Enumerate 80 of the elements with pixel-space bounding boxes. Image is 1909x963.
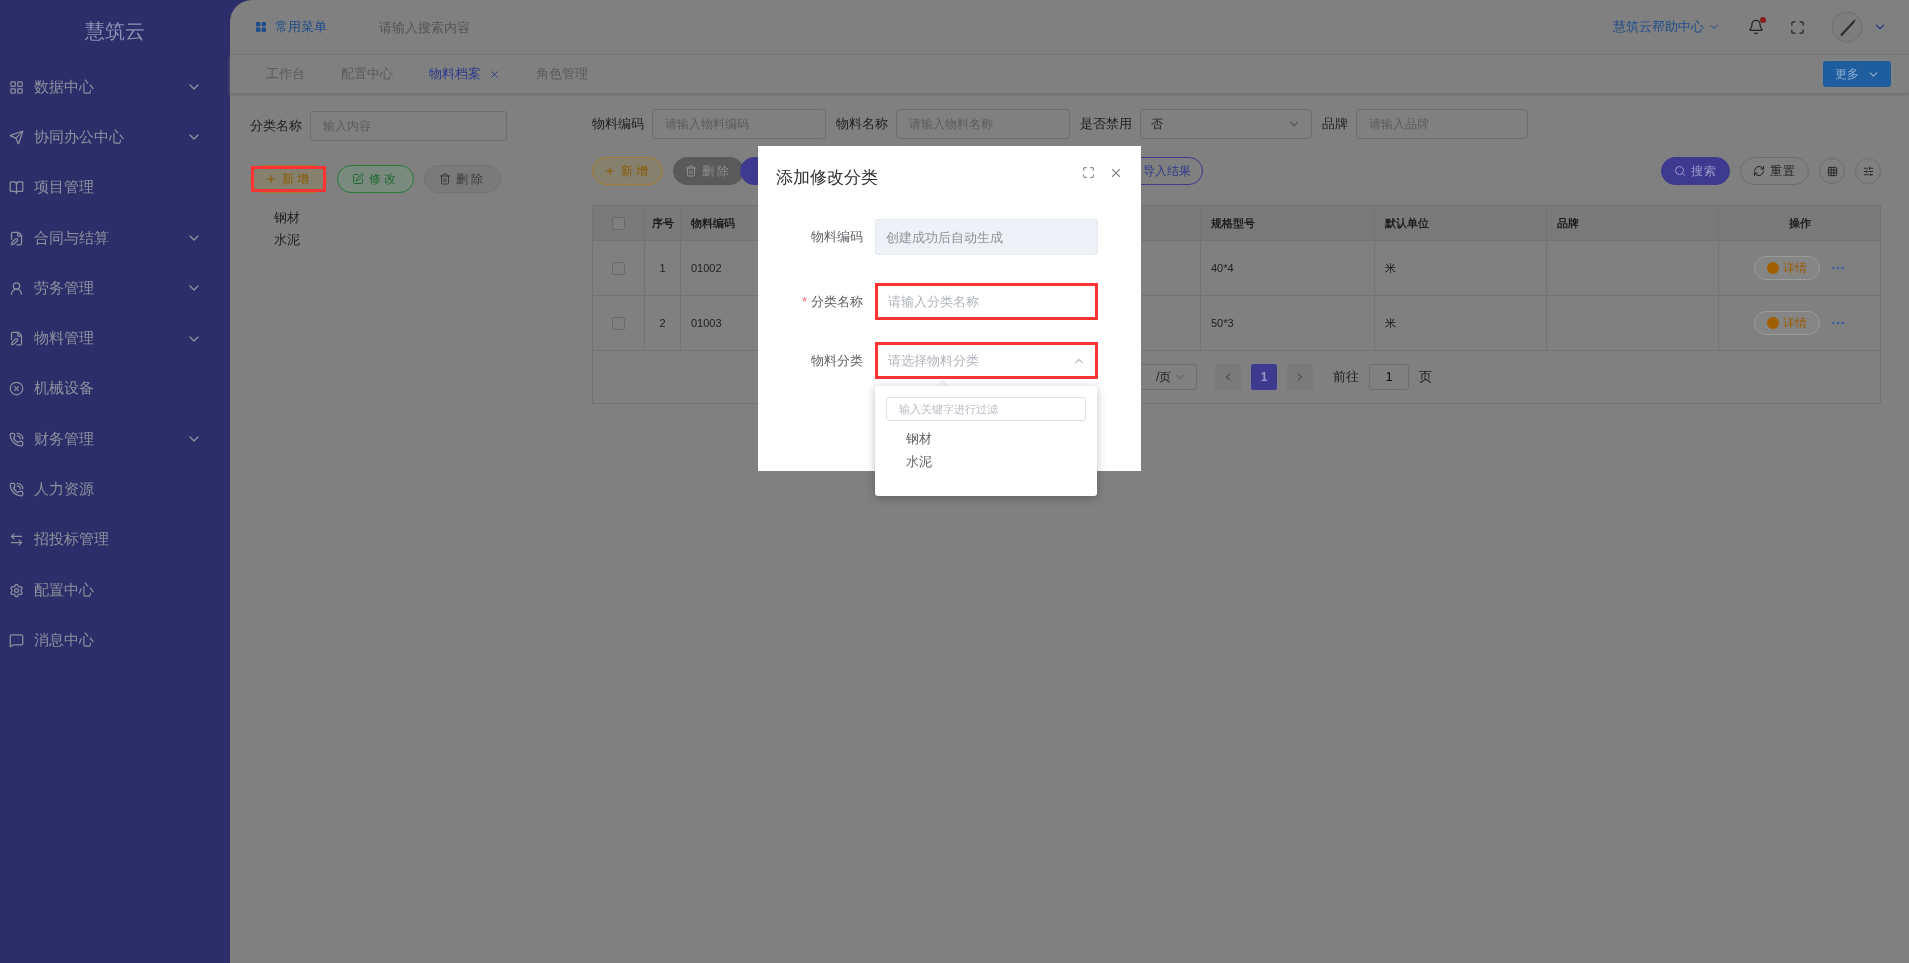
page-button[interactable]: 1 xyxy=(1251,364,1277,390)
page-field[interactable]: 1 xyxy=(1369,364,1409,390)
trash-icon xyxy=(685,165,697,177)
sidebar-item[interactable]: 协同办公中心 xyxy=(0,112,230,163)
menu-icon xyxy=(9,129,24,145)
table-cell: 2 xyxy=(645,296,681,350)
avatar-icon[interactable] xyxy=(1831,11,1863,43)
select-field[interactable]: 否 xyxy=(1140,109,1312,139)
field-label: 物料编码 xyxy=(592,115,644,133)
page-suffix: 页 xyxy=(1419,368,1432,386)
reset-button[interactable]: 重置 xyxy=(1740,157,1809,185)
plus-icon xyxy=(604,165,616,177)
table-cell: 50*3 xyxy=(1201,296,1375,350)
sidebar-item[interactable]: 消息中心 xyxy=(0,615,230,666)
sidebar-item[interactable]: 劳务管理 xyxy=(0,263,230,314)
menu-icon xyxy=(9,230,24,246)
table-cell: 40*4 xyxy=(1201,241,1375,295)
fullscreen-icon[interactable] xyxy=(1082,166,1095,179)
table-cell: 米 xyxy=(1375,296,1547,350)
help-link[interactable]: 慧筑云帮助中心 xyxy=(1613,18,1720,36)
column-header: 序号 xyxy=(645,206,681,240)
search-icon xyxy=(1674,165,1686,177)
app-logo: 慧筑云 xyxy=(84,18,146,44)
sidebar-item[interactable]: 项目管理 xyxy=(0,162,230,213)
field-label: 是否禁用 xyxy=(1080,115,1132,133)
sidebar-item[interactable]: 数据中心 xyxy=(0,62,230,113)
tree-item[interactable]: 钢材 xyxy=(274,209,580,227)
tab[interactable]: 物料档案 xyxy=(411,55,518,93)
sidebar-item[interactable]: 配置中心 xyxy=(0,564,230,616)
field-label: 品牌 xyxy=(1322,115,1348,133)
menu-icon xyxy=(9,632,24,648)
more-button[interactable]: 更多 xyxy=(1823,61,1891,87)
tree-item[interactable]: 水泥 xyxy=(274,231,580,249)
grid-icon xyxy=(255,21,267,33)
sidebar-item[interactable]: 人力资源 xyxy=(0,464,230,515)
table-cell: 1 xyxy=(645,241,681,295)
goto-label: 前往 xyxy=(1333,368,1359,386)
sidebar-item[interactable]: 物料管理 xyxy=(0,313,230,364)
sidebar-item[interactable]: 财务管理 xyxy=(0,414,230,465)
sliders-icon[interactable] xyxy=(1855,158,1881,184)
column-header: 默认单位 xyxy=(1375,206,1547,240)
field-label: 分类名称 xyxy=(250,117,302,135)
more-dot-icon xyxy=(1766,262,1779,274)
bell-icon[interactable] xyxy=(1748,19,1764,35)
menu-icon xyxy=(9,532,24,548)
menu-icon xyxy=(9,180,24,196)
menu-icon xyxy=(9,79,24,95)
more-dot-icon xyxy=(1766,317,1779,329)
grid-icon[interactable] xyxy=(1819,158,1845,184)
menu-icon xyxy=(9,280,24,296)
trash-icon xyxy=(439,173,451,185)
input-field[interactable]: 请输入分类名称 xyxy=(875,283,1098,320)
plus-icon xyxy=(265,173,277,185)
sidebar-item[interactable]: 机械设备 xyxy=(0,363,230,415)
menu-icon xyxy=(9,331,24,347)
menu-icon xyxy=(9,431,24,447)
menu-icon xyxy=(9,482,24,497)
column-header: 品牌 xyxy=(1547,206,1719,240)
menu-icon xyxy=(9,381,24,397)
sidebar-item[interactable]: 招投标管理 xyxy=(0,514,230,565)
edit-icon xyxy=(352,173,364,185)
search-button[interactable]: 搜索 xyxy=(1661,157,1730,185)
dialog-title: 添加修改分类 xyxy=(776,167,878,189)
menu-button[interactable]: 常用菜单 xyxy=(255,18,327,36)
dropdown-option[interactable]: 水泥 xyxy=(886,453,1086,471)
sidebar-item[interactable]: 合同与结算 xyxy=(0,212,230,264)
column-header: 规格型号 xyxy=(1201,206,1375,240)
close-icon[interactable] xyxy=(1109,166,1123,180)
table-cell: 米 xyxy=(1375,241,1547,295)
dropdown-option[interactable]: 钢材 xyxy=(886,430,1086,448)
column-header: 操作 xyxy=(1787,215,1812,231)
refresh-icon xyxy=(1753,165,1765,177)
fullscreen-icon[interactable] xyxy=(1790,19,1805,35)
select-field[interactable]: 请选择物料分类 xyxy=(875,342,1098,379)
menu-icon xyxy=(9,582,24,598)
field-label: * 分类名称 xyxy=(800,292,864,311)
field-label: 物料分类 xyxy=(810,351,864,370)
close-icon[interactable] xyxy=(489,68,500,80)
field-label: 物料编码 xyxy=(810,228,864,246)
field-label: 物料名称 xyxy=(836,115,888,133)
